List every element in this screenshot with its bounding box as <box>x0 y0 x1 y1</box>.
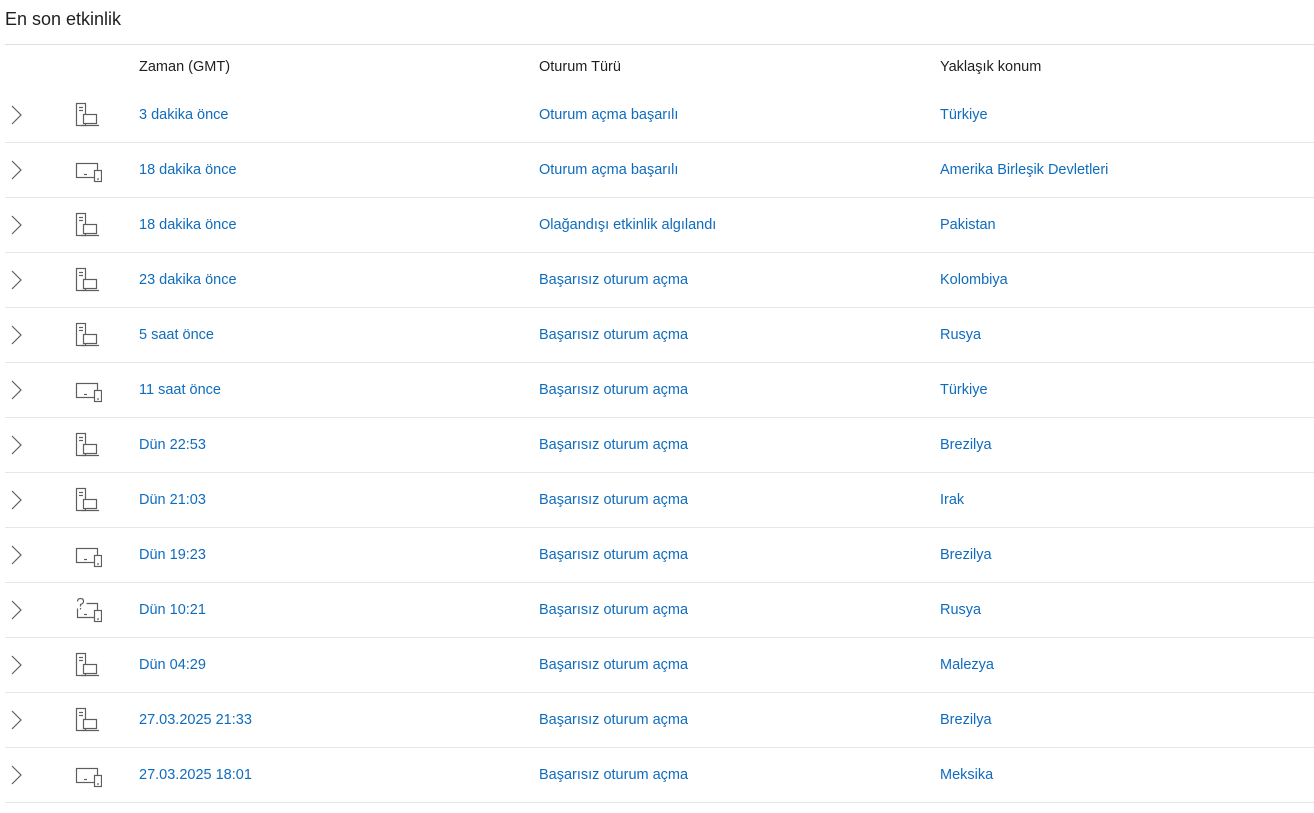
row-time-link[interactable]: 27.03.2025 21:33 <box>139 710 252 730</box>
row-time-link[interactable]: Dün 22:53 <box>139 435 206 455</box>
table-row[interactable]: Dün 19:23 Başarısız oturum açma Brezilya <box>5 528 1314 583</box>
desktop-laptop-icon <box>68 321 102 349</box>
chevron-right-icon[interactable] <box>7 654 23 676</box>
row-session-type-link[interactable]: Başarısız oturum açma <box>539 325 688 345</box>
table-row[interactable]: 18 dakika önce Oturum açma başarılı Amer… <box>5 143 1314 198</box>
activity-table: Zaman (GMT) Oturum Türü Yaklaşık konum 3… <box>0 45 1314 803</box>
row-location-link[interactable]: Kolombiya <box>940 270 1008 290</box>
row-time-link[interactable]: 5 saat önce <box>139 325 214 345</box>
row-session-type-link[interactable]: Olağandışı etkinlik algılandı <box>539 215 716 235</box>
desktop-laptop-icon <box>68 431 102 459</box>
monitor-phone-icon <box>68 761 103 789</box>
page-title: En son etkinlik <box>5 9 122 29</box>
row-time-link[interactable]: Dün 19:23 <box>139 545 206 565</box>
row-time-link[interactable]: 11 saat önce <box>139 380 221 400</box>
column-header-location: Yaklaşık konum <box>940 59 1042 75</box>
row-time-link[interactable]: Dün 21:03 <box>139 490 206 510</box>
chevron-right-icon[interactable] <box>7 379 23 401</box>
table-row[interactable]: Dün 21:03 Başarısız oturum açma Irak <box>5 473 1314 528</box>
row-session-type-link[interactable]: Oturum açma başarılı <box>539 160 678 180</box>
row-location-link[interactable]: Türkiye <box>940 105 988 125</box>
column-header-session-type: Oturum Türü <box>539 59 621 75</box>
desktop-laptop-icon <box>68 486 102 514</box>
row-location-link[interactable]: Brezilya <box>940 545 992 565</box>
chevron-right-icon[interactable] <box>7 104 23 126</box>
row-location-link[interactable]: Rusya <box>940 600 981 620</box>
row-time-link[interactable]: 18 dakika önce <box>139 215 237 235</box>
desktop-laptop-icon <box>68 266 102 294</box>
table-row[interactable]: 3 dakika önce Oturum açma başarılı Türki… <box>5 88 1314 143</box>
desktop-laptop-icon <box>68 651 102 679</box>
row-location-link[interactable]: Meksika <box>940 765 993 785</box>
row-location-link[interactable]: Türkiye <box>940 380 988 400</box>
chevron-right-icon[interactable] <box>7 709 23 731</box>
table-body: 3 dakika önce Oturum açma başarılı Türki… <box>0 88 1314 803</box>
table-row[interactable]: 27.03.2025 21:33 Başarısız oturum açma B… <box>5 693 1314 748</box>
row-session-type-link[interactable]: Başarısız oturum açma <box>539 600 688 620</box>
chevron-right-icon[interactable] <box>7 489 23 511</box>
chevron-right-icon[interactable] <box>7 764 23 786</box>
row-session-type-link[interactable]: Başarısız oturum açma <box>539 435 688 455</box>
chevron-right-icon[interactable] <box>7 159 23 181</box>
desktop-laptop-icon <box>68 211 102 239</box>
row-location-link[interactable]: Brezilya <box>940 435 992 455</box>
table-row[interactable]: 11 saat önce Başarısız oturum açma Türki… <box>5 363 1314 418</box>
row-location-link[interactable]: Irak <box>940 490 964 510</box>
chevron-right-icon[interactable] <box>7 214 23 236</box>
table-row[interactable]: 27.03.2025 18:01 Başarısız oturum açma M… <box>5 748 1314 803</box>
row-location-link[interactable]: Malezya <box>940 655 994 675</box>
row-session-type-link[interactable]: Başarısız oturum açma <box>539 545 688 565</box>
unknown-device-icon <box>68 596 103 624</box>
chevron-right-icon[interactable] <box>7 269 23 291</box>
row-session-type-link[interactable]: Başarısız oturum açma <box>539 710 688 730</box>
row-location-link[interactable]: Pakistan <box>940 215 996 235</box>
row-session-type-link[interactable]: Başarısız oturum açma <box>539 270 688 290</box>
row-session-type-link[interactable]: Başarısız oturum açma <box>539 490 688 510</box>
chevron-right-icon[interactable] <box>7 324 23 346</box>
row-time-link[interactable]: 23 dakika önce <box>139 270 237 290</box>
table-row[interactable]: Dün 22:53 Başarısız oturum açma Brezilya <box>5 418 1314 473</box>
desktop-laptop-icon <box>68 101 102 129</box>
row-location-link[interactable]: Rusya <box>940 325 981 345</box>
row-time-link[interactable]: 18 dakika önce <box>139 160 237 180</box>
desktop-laptop-icon <box>68 706 102 734</box>
monitor-phone-icon <box>68 541 103 569</box>
table-row[interactable]: Dün 10:21 Başarısız oturum açma Rusya <box>5 583 1314 638</box>
row-session-type-link[interactable]: Başarısız oturum açma <box>539 655 688 675</box>
monitor-phone-icon <box>68 376 103 404</box>
table-row[interactable]: 5 saat önce Başarısız oturum açma Rusya <box>5 308 1314 363</box>
row-session-type-link[interactable]: Başarısız oturum açma <box>539 765 688 785</box>
table-row[interactable]: 18 dakika önce Olağandışı etkinlik algıl… <box>5 198 1314 253</box>
row-location-link[interactable]: Amerika Birleşik Devletleri <box>940 160 1108 180</box>
table-row[interactable]: 23 dakika önce Başarısız oturum açma Kol… <box>5 253 1314 308</box>
row-time-link[interactable]: Dün 10:21 <box>139 600 206 620</box>
row-session-type-link[interactable]: Başarısız oturum açma <box>539 380 688 400</box>
row-time-link[interactable]: Dün 04:29 <box>139 655 206 675</box>
monitor-phone-icon <box>68 156 103 184</box>
chevron-right-icon[interactable] <box>7 434 23 456</box>
table-header: Zaman (GMT) Oturum Türü Yaklaşık konum <box>0 45 1314 88</box>
row-time-link[interactable]: 27.03.2025 18:01 <box>139 765 252 785</box>
row-session-type-link[interactable]: Oturum açma başarılı <box>539 105 678 125</box>
row-location-link[interactable]: Brezilya <box>940 710 992 730</box>
chevron-right-icon[interactable] <box>7 599 23 621</box>
table-row[interactable]: Dün 04:29 Başarısız oturum açma Malezya <box>5 638 1314 693</box>
row-time-link[interactable]: 3 dakika önce <box>139 105 228 125</box>
column-header-time: Zaman (GMT) <box>139 59 231 75</box>
chevron-right-icon[interactable] <box>7 544 23 566</box>
